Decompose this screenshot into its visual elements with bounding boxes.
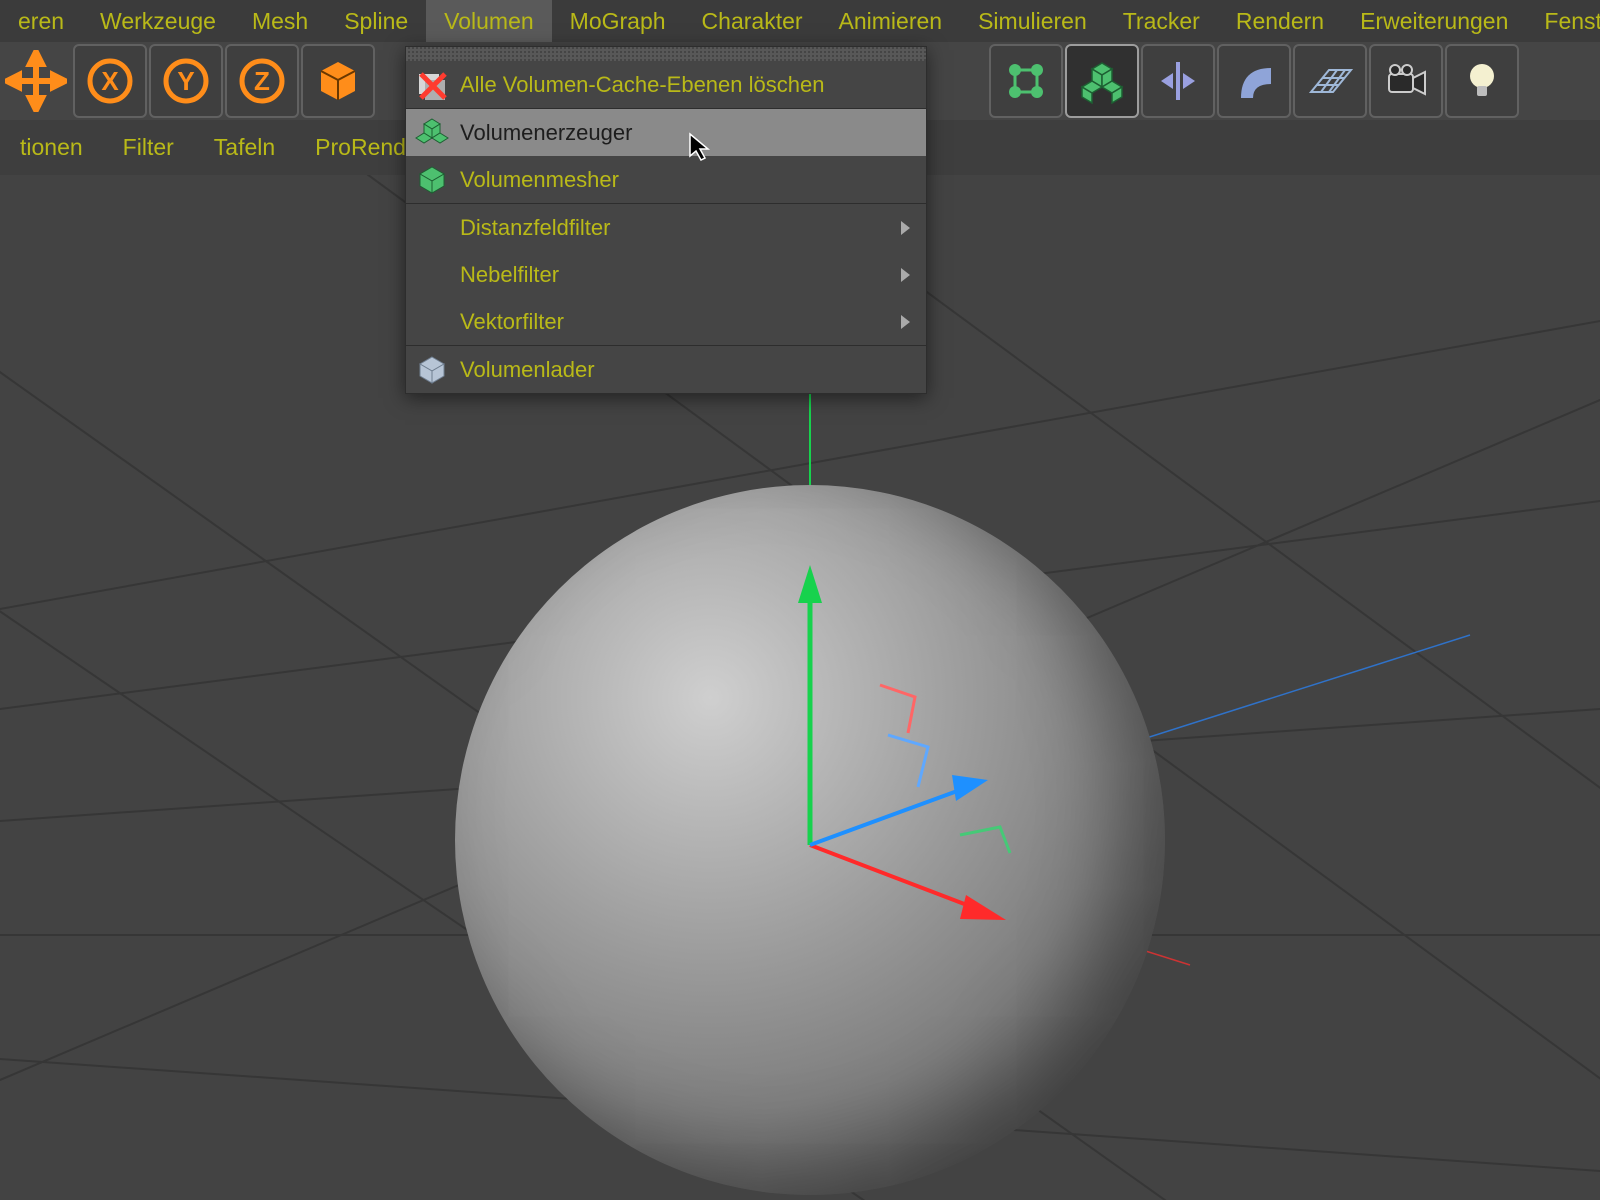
menu-item-delete-cache[interactable]: Alle Volumen-Cache-Ebenen löschen <box>406 61 926 108</box>
menu-item-distanzfeldfilter[interactable]: Distanzfeldfilter <box>406 204 926 251</box>
axis-z-button[interactable]: Z <box>225 44 299 118</box>
menu-item-vektorfilter[interactable]: Vektorfilter <box>406 298 926 345</box>
volumen-dropdown: Alle Volumen-Cache-Ebenen löschen Volume… <box>405 46 927 394</box>
grid-plane-icon <box>1307 58 1353 104</box>
bend-icon <box>1231 58 1277 104</box>
blank-icon <box>412 255 452 295</box>
menu-item-volumenmesher[interactable]: Volumenmesher <box>406 156 926 203</box>
menu-item[interactable]: Charakter <box>684 0 821 42</box>
menu-item-nebelfilter[interactable]: Nebelfilter <box>406 251 926 298</box>
lightbulb-icon <box>1459 58 1505 104</box>
array-icon <box>1003 58 1049 104</box>
move-tool-button[interactable] <box>1 46 71 116</box>
delete-layers-icon <box>412 65 452 105</box>
volume-loader-icon <box>412 350 452 390</box>
axis-z-icon: Z <box>239 58 285 104</box>
svg-text:X: X <box>101 66 119 96</box>
symmetry-button[interactable] <box>1141 44 1215 118</box>
cubes-icon <box>1079 58 1125 104</box>
menu-grip[interactable] <box>406 47 926 61</box>
camera-icon <box>1383 58 1429 104</box>
cube-small-icon <box>315 58 361 104</box>
svg-text:Y: Y <box>177 66 194 96</box>
submenu-arrow-icon <box>901 315 910 329</box>
blank-icon <box>412 302 452 342</box>
axis-y-button[interactable]: Y <box>149 44 223 118</box>
submenu-arrow-icon <box>901 221 910 235</box>
sphere-object[interactable] <box>455 485 1165 1195</box>
menu-item[interactable]: Mesh <box>234 0 326 42</box>
bend-button[interactable] <box>1217 44 1291 118</box>
volume-builder-icon <box>412 113 452 153</box>
menu-item[interactable]: Werkzeuge <box>82 0 234 42</box>
menu-item[interactable]: Erweiterungen <box>1342 0 1526 42</box>
menu-item-volumenerzeuger[interactable]: Volumenerzeuger <box>406 109 926 156</box>
coord-system-button[interactable] <box>301 44 375 118</box>
menu-item-label: Alle Volumen-Cache-Ebenen löschen <box>460 72 824 98</box>
axis-x-icon: X <box>87 58 133 104</box>
subtab-item[interactable]: Filter <box>103 120 194 175</box>
camera-button[interactable] <box>1369 44 1443 118</box>
mouse-cursor-icon <box>688 132 712 162</box>
menu-item-label: Distanzfeldfilter <box>460 215 610 241</box>
menu-item[interactable]: Fenst <box>1526 0 1600 42</box>
move-icon <box>5 50 67 112</box>
subtab-item[interactable]: Tafeln <box>194 120 295 175</box>
menubar: eren Werkzeuge Mesh Spline Volumen MoGra… <box>0 0 1600 42</box>
volume-mesher-icon <box>412 160 452 200</box>
menu-item[interactable]: Spline <box>326 0 426 42</box>
menu-item[interactable]: Simulieren <box>960 0 1105 42</box>
floor-button[interactable] <box>1293 44 1367 118</box>
axis-y-icon: Y <box>163 58 209 104</box>
mirror-icon <box>1155 58 1201 104</box>
menu-item[interactable]: Rendern <box>1218 0 1342 42</box>
menu-item-label: Nebelfilter <box>460 262 559 288</box>
menu-item-label: Volumenerzeuger <box>460 120 632 146</box>
menu-item[interactable]: eren <box>0 0 82 42</box>
array-button[interactable] <box>989 44 1063 118</box>
menu-item[interactable]: Animieren <box>821 0 961 42</box>
menu-item-label: Volumenmesher <box>460 167 619 193</box>
svg-text:Z: Z <box>254 66 270 96</box>
menu-item[interactable]: MoGraph <box>552 0 684 42</box>
volume-builder-button[interactable] <box>1065 44 1139 118</box>
light-button[interactable] <box>1445 44 1519 118</box>
menu-item-volumenlader[interactable]: Volumenlader <box>406 346 926 393</box>
axis-x-button[interactable]: X <box>73 44 147 118</box>
menu-item-label: Volumenlader <box>460 357 595 383</box>
menu-item-volumen[interactable]: Volumen <box>426 0 552 42</box>
subtab-item[interactable]: tionen <box>0 120 103 175</box>
submenu-arrow-icon <box>901 268 910 282</box>
blank-icon <box>412 208 452 248</box>
menu-item[interactable]: Tracker <box>1105 0 1218 42</box>
menu-item-label: Vektorfilter <box>460 309 564 335</box>
